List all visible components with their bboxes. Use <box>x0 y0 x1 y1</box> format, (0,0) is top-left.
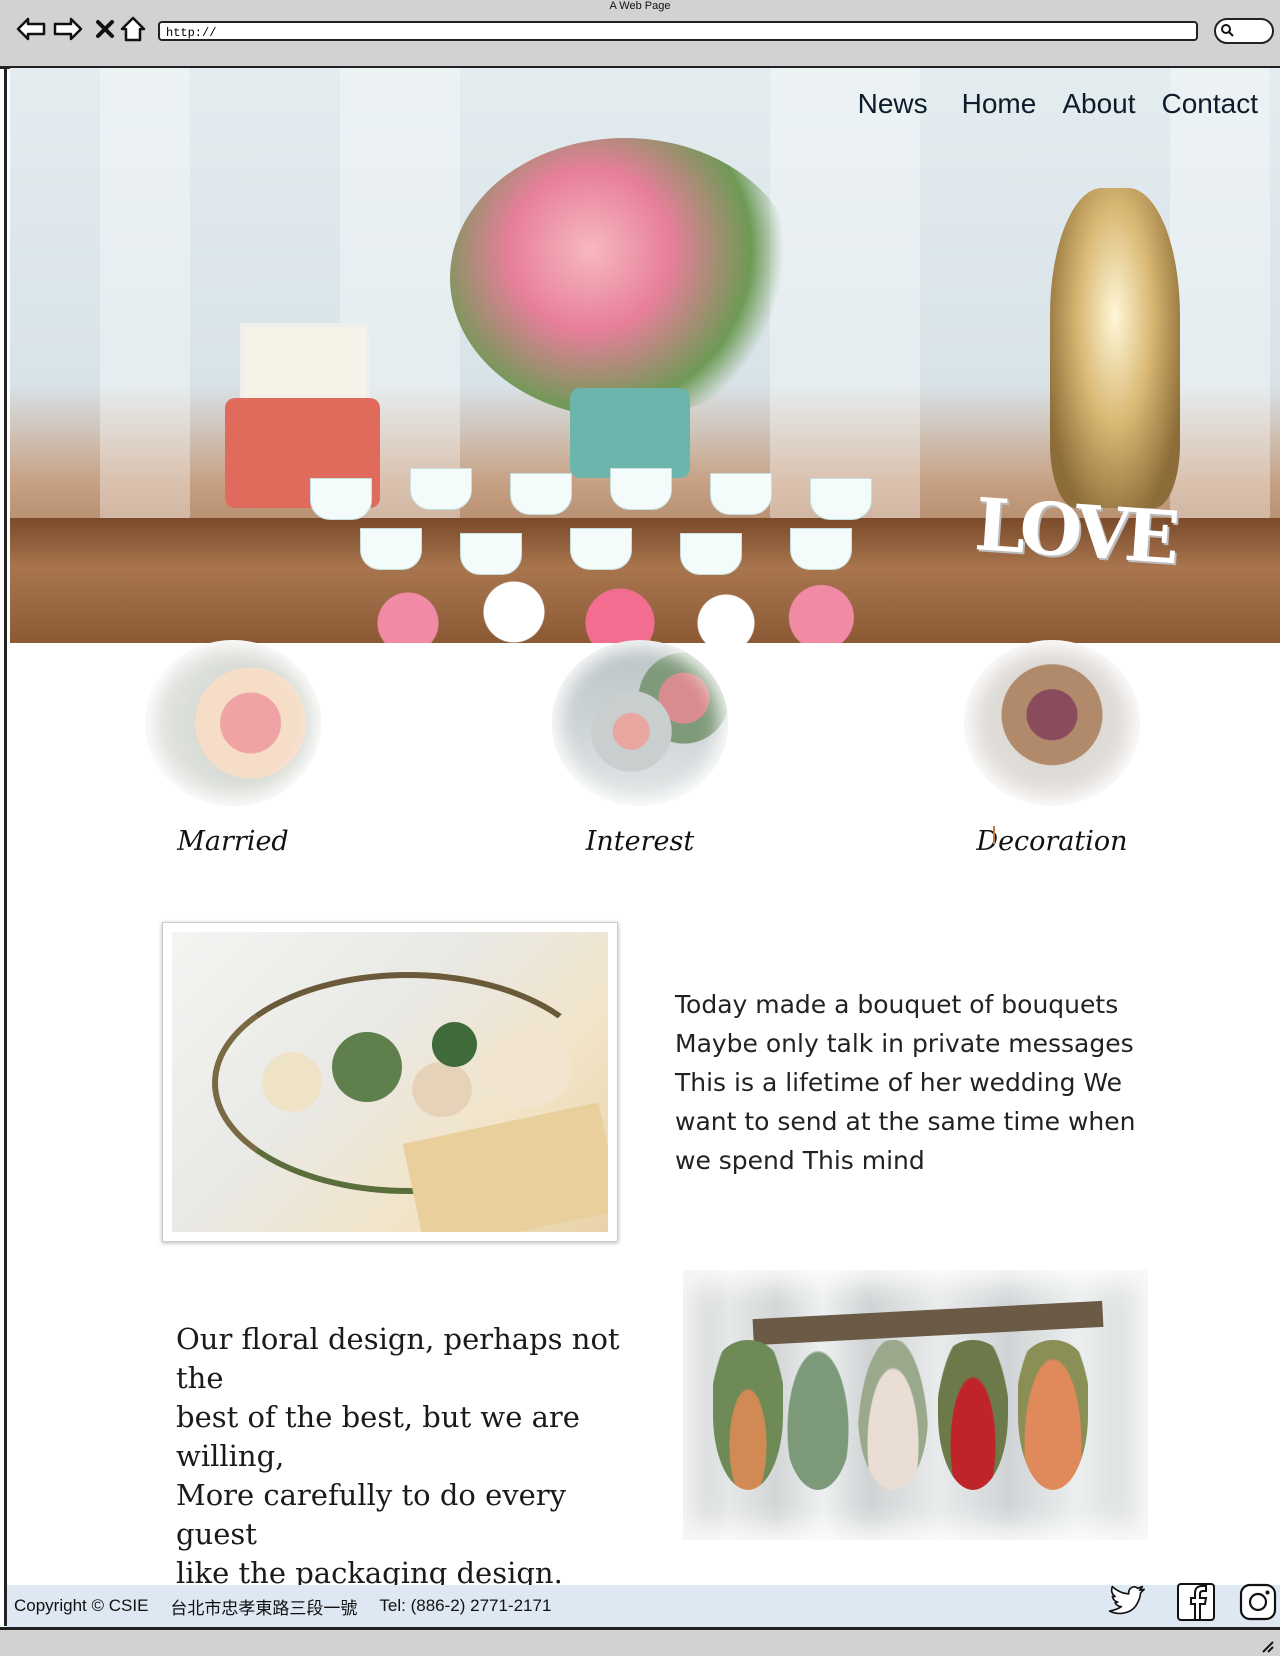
browser-chrome: A Web Page http:// <box>0 0 1280 69</box>
category-label[interactable]: Interest <box>545 826 735 857</box>
text-line: Today made a bouquet of bouquets <box>675 990 1119 1019</box>
text-cursor <box>993 826 995 844</box>
flower-crown-photo <box>162 922 618 1242</box>
text-line: want to send at the same time when <box>675 1107 1136 1136</box>
text-line: Maybe only talk in private messages <box>675 1029 1134 1058</box>
category-interest[interactable]: Interest <box>545 640 735 857</box>
address-bar[interactable]: http:// <box>158 21 1198 41</box>
resize-grip-icon[interactable] <box>1260 1639 1274 1653</box>
samovar <box>1050 188 1180 508</box>
nav-home[interactable]: Home <box>962 88 1037 120</box>
forward-button[interactable] <box>53 14 83 44</box>
browser-search-box[interactable] <box>1214 18 1274 44</box>
search-icon <box>1221 24 1234 37</box>
close-icon <box>96 20 114 38</box>
page-frame-border <box>4 66 7 1626</box>
home-button[interactable] <box>118 14 148 44</box>
forward-arrow-icon <box>53 17 83 41</box>
back-button[interactable] <box>16 14 46 44</box>
instagram-icon <box>1239 1583 1277 1621</box>
text-line: More carefully to do every guest <box>176 1478 567 1551</box>
nav-contact[interactable]: Contact <box>1162 88 1259 120</box>
category-married[interactable]: Married <box>138 640 328 857</box>
facebook-icon <box>1177 1583 1215 1621</box>
married-image[interactable] <box>145 640 321 806</box>
section1-text: Today made a bouquet of bouquets Maybe o… <box>675 985 1155 1180</box>
twitter-icon <box>1108 1585 1145 1615</box>
text-line: This is a lifetime of her wedding We <box>675 1068 1123 1097</box>
stop-button[interactable] <box>90 14 120 44</box>
category-label[interactable]: Decoration <box>957 826 1147 857</box>
address-text: 台北市忠孝東路三段一號 <box>170 1598 358 1618</box>
window-title: A Web Page <box>609 0 671 12</box>
home-icon <box>120 16 146 42</box>
phone-text: Tel: (886-2) 2771-2171 <box>379 1596 552 1615</box>
facebook-link[interactable] <box>1176 1582 1216 1622</box>
bouquet <box>450 138 800 418</box>
category-label[interactable]: Married <box>138 826 328 857</box>
vase <box>570 388 690 478</box>
nav-news[interactable]: News <box>858 88 928 120</box>
love-sign: LOVE <box>972 481 1177 580</box>
section2-text: Our floral design, perhaps not the best … <box>176 1320 656 1593</box>
text-line: Our floral design, perhaps not the <box>176 1322 620 1395</box>
instagram-link[interactable] <box>1238 1582 1278 1622</box>
hero-image: LOVE <box>10 68 1280 643</box>
flower-garland <box>355 568 885 643</box>
text-line: we spend This mind <box>675 1146 925 1175</box>
main-nav: News Home About Contact <box>858 88 1258 120</box>
dried-flowers-photo <box>683 1270 1148 1540</box>
copyright-text: Copyright © CSIE <box>14 1596 149 1615</box>
browser-status-bar <box>0 1627 1280 1656</box>
footer: Copyright © CSIE 台北市忠孝東路三段一號 Tel: (886-2… <box>7 1585 1280 1627</box>
category-decoration[interactable]: Decoration <box>957 640 1147 857</box>
decoration-image[interactable] <box>964 640 1140 806</box>
interest-image[interactable] <box>552 640 728 806</box>
text-line: best of the best, but we are willing, <box>176 1400 580 1473</box>
back-arrow-icon <box>16 17 46 41</box>
twitter-link[interactable] <box>1106 1582 1146 1622</box>
nav-about[interactable]: About <box>1062 88 1135 120</box>
